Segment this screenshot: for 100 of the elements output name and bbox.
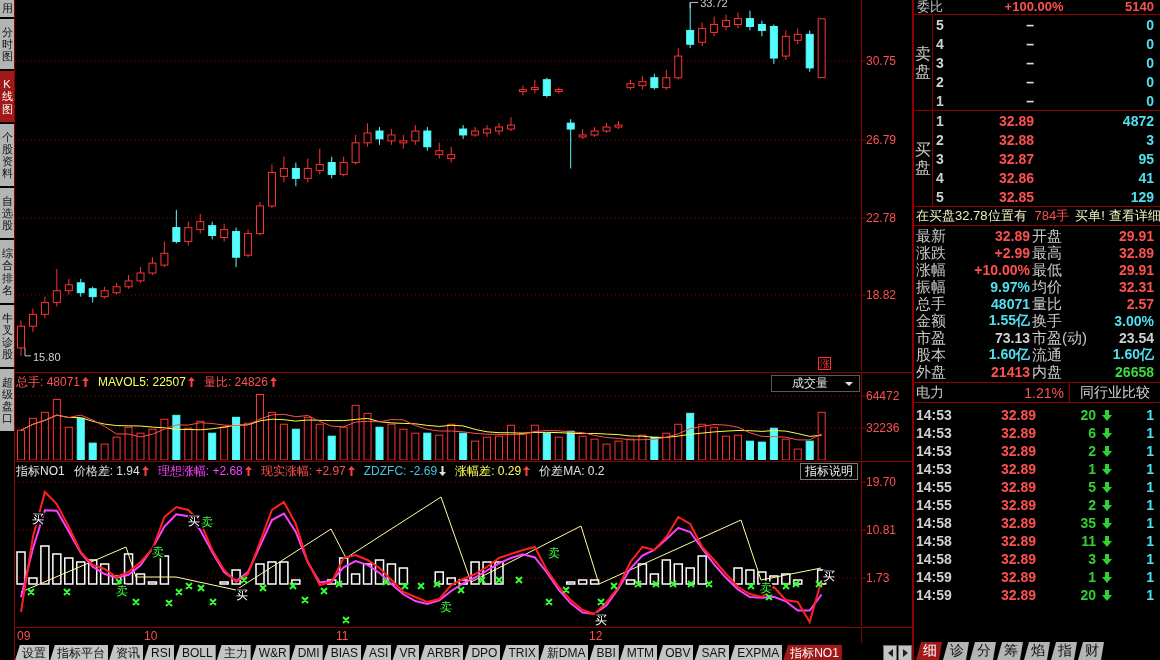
quote-tab[interactable]: 细 <box>916 642 942 660</box>
indicator-tab[interactable]: EXPMA <box>730 644 783 660</box>
indicator-tab[interactable]: 指标平台 <box>50 644 108 660</box>
quote-tab[interactable]: 筹 <box>997 642 1023 660</box>
scroll-right-button[interactable] <box>898 644 912 660</box>
chart-type-dropdown[interactable]: 成交量 <box>771 375 860 392</box>
indicator-help-button[interactable]: 指标说明 <box>800 463 858 480</box>
sector-label: 电力 <box>916 383 945 402</box>
indicator-tab[interactable]: OBV <box>658 644 694 660</box>
trade-time: 14:58 <box>916 533 953 549</box>
sidebar-tab[interactable]: 自选股 <box>0 188 14 239</box>
trade-cell-text: 1 <box>1145 515 1155 531</box>
indicator-tab[interactable]: BBI <box>589 644 619 660</box>
quote-tab[interactable]: 财 <box>1078 642 1104 660</box>
indicator-tab[interactable]: BOLL <box>175 644 216 660</box>
trade-volume: 20 <box>1079 407 1096 423</box>
stat-value: 9.97% <box>989 278 1031 295</box>
indicator-tab[interactable]: MTM <box>619 644 658 660</box>
trade-time: 14:55 <box>916 479 953 495</box>
buy-orders-label: 买盘 <box>915 140 931 177</box>
trade-cell-text: 1 <box>1145 443 1155 459</box>
indicator-tab[interactable]: ASI <box>362 644 392 660</box>
volume-indicator-value: 量比: 24826 <box>203 375 268 389</box>
order-rank: 5 <box>935 188 945 205</box>
trade-volume: 2 <box>1087 443 1096 459</box>
sidebar-tab[interactable]: 个股资料 <box>0 123 14 187</box>
trade-time: 14:53 <box>916 461 953 477</box>
order-volume: 0 <box>1145 92 1155 109</box>
trade-price: 32.89 <box>999 443 1036 459</box>
trade-cell-text: 1 <box>1145 461 1155 477</box>
order-price: 32.86 <box>997 169 1034 186</box>
indicator-value: 价格差: 1.94 <box>73 464 140 478</box>
indicator-axis-label: 1.73 <box>866 571 890 585</box>
stat-value: 2.57 <box>1125 295 1154 312</box>
sidebar-tab[interactable]: 用 <box>0 0 14 18</box>
order-price: 32.88 <box>997 131 1034 148</box>
indicator-tab[interactable]: ARBR <box>420 644 464 660</box>
trade-time: 14:59 <box>916 569 953 585</box>
limit-up-badge: 涨 <box>818 357 831 370</box>
sidebar-tab[interactable]: 超级盘口 <box>0 369 14 432</box>
order-rank: 3 <box>935 150 945 167</box>
triangle-left-icon <box>887 648 893 657</box>
trade-volume: 35 <box>1079 515 1096 531</box>
trade-cell-text: 1 <box>1145 407 1155 423</box>
stat-label: 股本 <box>916 346 947 363</box>
price-axis-label: 30.75 <box>866 54 897 68</box>
order-volume: 95 <box>1137 150 1155 167</box>
indicator-tab[interactable]: DPO <box>464 644 501 660</box>
price-axis-label: 18.82 <box>866 288 897 302</box>
trade-volume: 20 <box>1079 587 1096 603</box>
scroll-left-button[interactable] <box>883 644 897 660</box>
indicator-tab[interactable]: 指标NO1 <box>783 644 842 660</box>
indicator-tab[interactable]: BIAS <box>323 644 362 660</box>
indicator-tab[interactable]: 主力 <box>216 644 251 660</box>
trade-price: 32.89 <box>999 497 1036 513</box>
date-label: 12 <box>589 629 603 643</box>
indicator-name: 指标NO1 <box>16 464 65 478</box>
indicator-tab[interactable]: W&R <box>251 644 290 660</box>
indicator-tab[interactable]: RSI <box>144 644 174 660</box>
indicator-tab[interactable]: 资讯 <box>109 644 143 660</box>
order-rank: 4 <box>935 35 945 52</box>
indicator-value: 价差MA: 0.2 <box>539 464 605 478</box>
order-volume: 0 <box>1145 54 1155 71</box>
order-volume: 41 <box>1137 169 1155 186</box>
stat-value: 73.13 <box>993 329 1031 346</box>
sidebar-tab[interactable]: K线图 <box>0 71 14 122</box>
trade-cell-text: 1 <box>1145 587 1155 603</box>
stat-value: +10.00% <box>973 261 1031 278</box>
stat-label: 最新 <box>916 227 947 244</box>
quote-tab[interactable]: 指 <box>1051 642 1077 660</box>
quote-tab[interactable]: 焰 <box>1024 642 1050 660</box>
indicator-tab[interactable]: SAR <box>694 644 730 660</box>
trade-cell-text: 1 <box>1145 425 1155 441</box>
trade-volume: 2 <box>1087 497 1096 513</box>
sidebar-tab[interactable]: 牛叉诊股 <box>0 304 14 368</box>
order-volume: 4872 <box>1121 112 1155 129</box>
trade-price: 32.89 <box>999 515 1036 531</box>
trade-time: 14:59 <box>916 587 953 603</box>
indicator-value: ZDZFC: -2.69 <box>363 464 438 478</box>
indicator-tab[interactable]: VR <box>392 644 420 660</box>
stat-value: 21413 <box>990 363 1031 380</box>
sidebar-tab[interactable]: 分时图 <box>0 19 14 70</box>
sidebar-tab[interactable]: 综合排名 <box>0 240 14 303</box>
stat-label: 换手 <box>1032 312 1063 329</box>
stat-value: 23.54 <box>1117 329 1154 346</box>
indicator-tab[interactable]: 新DMA <box>539 644 589 660</box>
stat-label: 总手 <box>916 295 947 312</box>
volume-axis-label: 64472 <box>866 389 900 403</box>
indicator-tab[interactable]: DMI <box>290 644 323 660</box>
quote-tab[interactable]: 分 <box>970 642 996 660</box>
trade-volume: 6 <box>1087 425 1096 441</box>
details-link[interactable]: 查看详细 <box>1108 207 1160 225</box>
indicator-tab[interactable]: TRIX <box>501 644 539 660</box>
indicator-tab[interactable]: 设置 <box>15 644 49 660</box>
volume-axis-label: 32236 <box>866 421 900 435</box>
order-rank: 1 <box>935 112 945 129</box>
trade-price: 32.89 <box>999 425 1036 441</box>
quote-tab[interactable]: 诊 <box>943 642 969 660</box>
stat-value: 48071 <box>990 295 1031 312</box>
date-label: 09 <box>17 629 31 643</box>
